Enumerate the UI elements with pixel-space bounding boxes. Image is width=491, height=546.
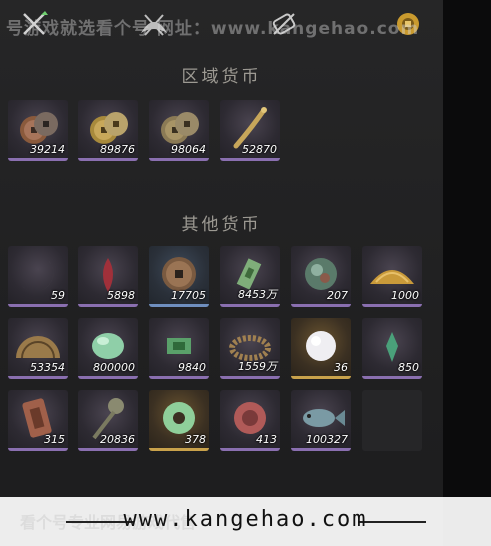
currency-count: 53354 [30,361,65,374]
currency-count: 378 [185,433,206,446]
currency-panel: 区域货币 39214 89876 98064 52870 其他货币 59 589… [0,0,443,546]
right-edge [443,0,491,546]
currency-tile[interactable]: 98064 [149,100,209,161]
currency-count: 850 [398,361,419,374]
currency-count: 800000 [93,361,135,374]
currency-count: 5898 [107,289,135,302]
currency-tile[interactable]: 100327 [291,390,351,451]
currency-tile[interactable]: 378 [149,390,209,451]
watermark-url: www.kangehao.com [123,507,368,532]
currency-tile[interactable]: 53354 [8,318,68,379]
currency-count: 89876 [100,143,135,156]
currency-tile[interactable]: 36 [291,318,351,379]
currency-tile[interactable]: 59 [8,246,68,307]
currency-count: 9840 [178,361,206,374]
currency-tile[interactable]: 800000 [78,318,138,379]
currency-count: 1000 [391,289,419,302]
watermark-top: 号游戏就选看个号 网址：www.kangehao.com [6,19,420,39]
currency-count: 59 [51,289,65,302]
currency-count: 98064 [171,143,206,156]
currency-count: 413 [256,433,277,446]
currency-count: 36 [334,361,348,374]
currency-count: 1559万 [238,360,277,373]
currency-count: 17705 [171,289,206,302]
currency-tile[interactable]: 850 [362,318,422,379]
currency-tile[interactable]: 52870 [220,100,280,161]
currency-tile[interactable]: 8453万 [220,246,280,307]
currency-tile[interactable]: 1000 [362,246,422,307]
currency-count: 52870 [242,143,277,156]
section-title-other: 其他货币 [181,215,262,235]
currency-count: 207 [327,289,348,302]
currency-tile[interactable]: 17705 [149,246,209,307]
currency-count: 8453万 [238,288,277,301]
currency-tile[interactable]: 315 [8,390,68,451]
currency-tile[interactable]: 20836 [78,390,138,451]
currency-tile[interactable]: 39214 [8,100,68,161]
currency-tile[interactable]: 9840 [149,318,209,379]
currency-count: 100327 [306,433,348,446]
empty-slot [362,390,422,451]
currency-count: 315 [44,433,65,446]
section-title-regional: 区域货币 [181,67,262,87]
currency-count: 39214 [30,143,65,156]
currency-tile[interactable]: 413 [220,390,280,451]
currency-tile[interactable]: 1559万 [220,318,280,379]
currency-tile[interactable]: 89876 [78,100,138,161]
currency-tile[interactable]: 5898 [78,246,138,307]
currency-tile[interactable]: 207 [291,246,351,307]
currency-count: 20836 [100,433,135,446]
